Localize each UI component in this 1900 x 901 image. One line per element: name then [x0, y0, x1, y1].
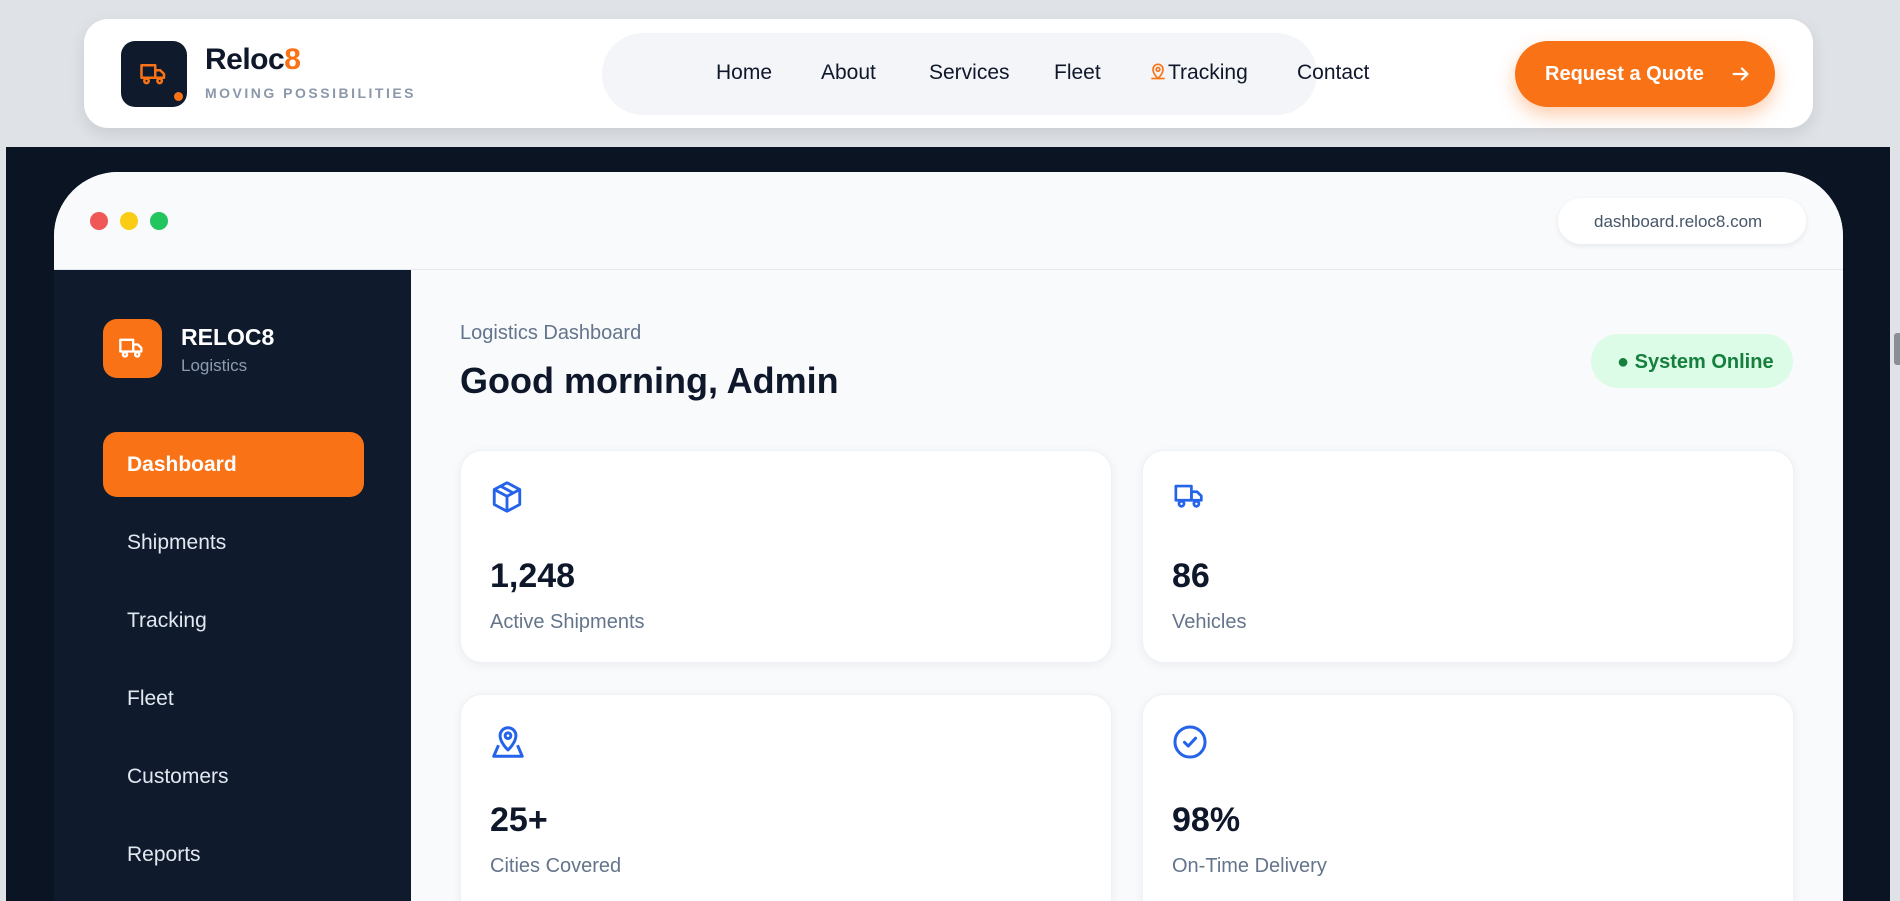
sidebar-item-tracking[interactable]: Tracking [103, 588, 364, 653]
request-quote-button[interactable]: Request a Quote [1515, 41, 1775, 107]
check-circle-icon [1173, 725, 1207, 759]
nav-services[interactable]: Services [929, 61, 1010, 85]
stat-label: Vehicles [1172, 611, 1247, 633]
url-bar[interactable]: dashboard.reloc8.com [1558, 198, 1806, 244]
stat-value: 25+ [490, 801, 548, 839]
sidebar-item-dashboard[interactable]: Dashboard [103, 432, 364, 497]
stat-card-on-time: 98% On-Time Delivery [1142, 694, 1794, 901]
sidebar-item-label: Customers [127, 765, 229, 788]
close-dot[interactable] [90, 212, 108, 230]
brand-name[interactable]: Reloc8 [205, 43, 301, 77]
truck-icon [140, 64, 166, 85]
sidebar-title: RELOC8 [181, 324, 275, 350]
sidebar: RELOC8 Logistics Dashboard Shipments Tra… [54, 270, 411, 901]
browser-window: dashboard.reloc8.com RELOC8 Logistics Da… [54, 172, 1843, 901]
stat-card-cities: 25+ Cities Covered [460, 694, 1112, 901]
stat-value: 98% [1172, 801, 1241, 839]
site-navbar: Reloc8 MOVING POSSIBILITIES Home About S… [84, 19, 1813, 128]
stat-card-shipments: 1,248 Active Shipments [460, 450, 1112, 663]
stat-value: 86 [1172, 557, 1210, 595]
brand-tagline: MOVING POSSIBILITIES [205, 85, 417, 101]
sidebar-logo [103, 319, 162, 378]
browser-chrome: dashboard.reloc8.com [54, 172, 1843, 270]
sidebar-item-label: Fleet [127, 687, 174, 710]
sidebar-item-fleet[interactable]: Fleet [103, 666, 364, 731]
sidebar-subtitle: Logistics [181, 356, 248, 375]
truck-icon [119, 338, 143, 358]
nav-about[interactable]: About [821, 61, 876, 85]
request-quote-label: Request a Quote [1545, 63, 1704, 85]
stat-card-vehicles: 86 Vehicles [1142, 450, 1794, 663]
minimize-dot[interactable] [120, 212, 138, 230]
map-pin-icon [1151, 63, 1165, 80]
stat-label: On-Time Delivery [1172, 855, 1327, 877]
sidebar-item-label: Tracking [127, 609, 207, 632]
sidebar-item-customers[interactable]: Customers [103, 744, 364, 809]
breadcrumb: Logistics Dashboard [460, 322, 642, 344]
nav-home[interactable]: Home [716, 61, 772, 85]
nav-tracking-label: Tracking [1168, 61, 1248, 84]
truck-icon [1174, 484, 1203, 508]
stat-value: 1,248 [490, 557, 576, 595]
map-pin-icon [492, 726, 524, 758]
stat-label: Cities Covered [490, 855, 622, 877]
status-text: ● System Online [1617, 351, 1774, 373]
nav-fleet[interactable]: Fleet [1054, 61, 1101, 85]
sidebar-item-label: Reports [127, 843, 201, 866]
page-title: Good morning, Admin [460, 360, 839, 401]
sidebar-item-shipments[interactable]: Shipments [103, 510, 364, 575]
status-badge: ● System Online [1591, 334, 1793, 388]
nav-menu: Home About Services Fleet Tracking Conta… [602, 33, 1369, 115]
sidebar-item-reports[interactable]: Reports [103, 822, 364, 887]
url-text: dashboard.reloc8.com [1594, 212, 1763, 231]
logo-dot [174, 92, 183, 101]
maximize-dot[interactable] [150, 212, 168, 230]
package-icon [492, 481, 522, 513]
stat-label: Active Shipments [490, 611, 645, 633]
arrow-right-icon [1732, 67, 1749, 81]
scrollbar-handle[interactable] [1894, 333, 1900, 365]
nav-tracking[interactable]: Tracking [1148, 61, 1248, 85]
brand-logo[interactable] [121, 41, 187, 107]
sidebar-item-label: Dashboard [127, 453, 237, 476]
nav-contact[interactable]: Contact [1297, 61, 1369, 85]
sidebar-item-label: Shipments [127, 531, 227, 554]
